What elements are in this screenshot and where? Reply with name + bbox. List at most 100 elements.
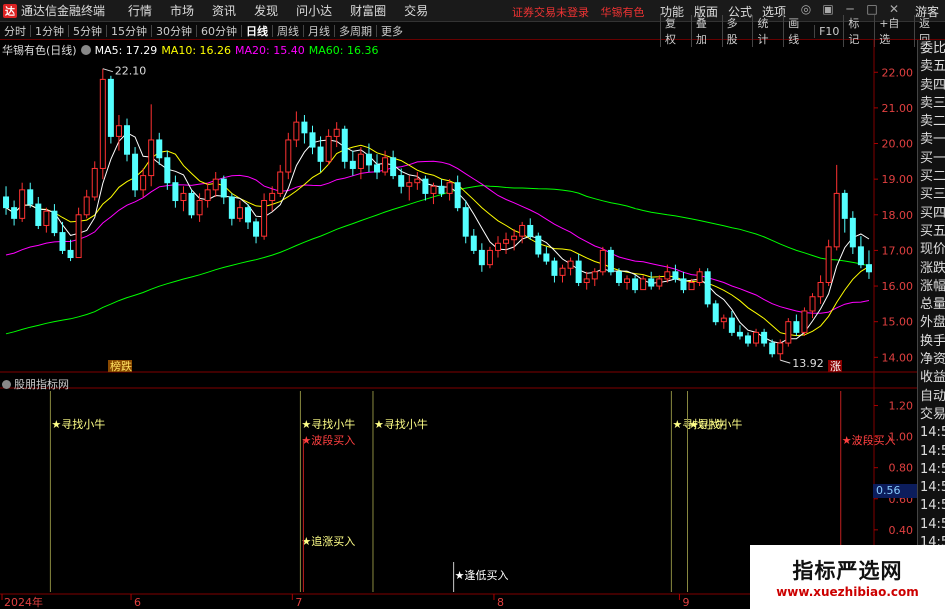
signal-label: ★波段买入: [301, 433, 355, 447]
candle-body: [680, 278, 687, 291]
sidebar-item[interactable]: 14:56: [918, 461, 945, 479]
candle-body: [253, 221, 260, 237]
high-label: 22.10: [115, 65, 146, 78]
high-pointer: [102, 68, 113, 73]
price-tick-label: 20.00: [882, 138, 914, 151]
candle-body: [696, 271, 703, 283]
sidebar-item[interactable]: 外盘: [918, 314, 945, 332]
signal-label: ★寻找小牛: [689, 417, 743, 431]
sidebar-item[interactable]: 委比: [918, 40, 945, 58]
sidebar-item[interactable]: 卖二: [918, 113, 945, 131]
candle-body: [761, 331, 768, 344]
sidebar-item[interactable]: 14:56: [918, 516, 945, 534]
date-tick-label: 9: [682, 596, 689, 609]
candle-body: [615, 271, 622, 283]
sidebar-item[interactable]: 涨幅: [918, 278, 945, 296]
candle-body: [785, 321, 792, 344]
app-window: { "titlebar":{"app_title":"通达信金融终端","men…: [0, 0, 945, 609]
candle-body: [777, 342, 784, 355]
candle-body: [664, 271, 671, 280]
sidebar-item[interactable]: 交易: [918, 406, 945, 424]
tag-down-label: 榜跌: [110, 359, 132, 373]
candle-body: [454, 182, 461, 209]
candle-body: [712, 303, 719, 323]
candle-body: [809, 296, 816, 312]
candle-body: [527, 224, 534, 237]
date-tick-label: 2024年: [4, 595, 43, 609]
watermark-url: www.xuezhibiao.com: [776, 585, 919, 599]
candle-body: [277, 171, 284, 194]
candle-body: [833, 192, 840, 248]
sidebar-item[interactable]: 卖三: [918, 95, 945, 113]
candle-body: [27, 189, 34, 205]
candle-body: [293, 121, 300, 141]
candle-body: [551, 260, 558, 276]
sidebar-item[interactable]: 14:56: [918, 424, 945, 442]
candle-body: [75, 214, 82, 259]
sidebar-item[interactable]: 自动: [918, 388, 945, 406]
sidebar-item[interactable]: 买四: [918, 205, 945, 223]
sidebar-item[interactable]: 买一: [918, 150, 945, 168]
candle-body: [164, 157, 171, 184]
candle-body: [140, 175, 147, 191]
candle-body: [793, 321, 800, 333]
sidebar-item[interactable]: 净资: [918, 351, 945, 369]
sidebar-item[interactable]: 收益: [918, 369, 945, 387]
candle-body: [841, 192, 848, 219]
sidebar-item[interactable]: 卖一: [918, 131, 945, 149]
candle-body: [470, 235, 477, 251]
sub-tick-label: 1.20: [889, 400, 914, 413]
sub-legend: 股朋指标网: [2, 376, 69, 392]
ma-legend: 华锡有色(日线) MA5: 17.29 MA10: 16.26 MA20: 15…: [2, 42, 378, 58]
signal-label: ★追涨买入: [301, 534, 355, 548]
candle-body: [430, 185, 437, 194]
signal-label: ★寻找小牛: [374, 417, 428, 431]
sidebar-item[interactable]: 换手: [918, 333, 945, 351]
candle-body: [849, 217, 856, 248]
candle-body: [309, 132, 316, 148]
sidebar-item[interactable]: 卖四: [918, 77, 945, 95]
price-tick-label: 17.00: [882, 244, 914, 257]
candle-body: [115, 125, 122, 137]
sub-toggle-icon[interactable]: [2, 379, 11, 389]
candle-body: [212, 178, 219, 191]
candle-body: [414, 178, 421, 184]
sidebar-item[interactable]: 总量: [918, 296, 945, 314]
price-tick-label: 19.00: [882, 173, 914, 186]
sidebar-item[interactable]: 14:56: [918, 497, 945, 515]
candle-body: [656, 278, 663, 287]
candle-body: [567, 260, 574, 269]
candle-body: [349, 160, 356, 169]
sidebar-item[interactable]: 涨跌: [918, 260, 945, 278]
sidebar-item[interactable]: 14:56: [918, 443, 945, 461]
candle-body: [543, 253, 550, 262]
sidebar-item[interactable]: 14:56: [918, 479, 945, 497]
sub-tick-label: 0.40: [889, 524, 914, 537]
sub-value-tag: 0.56: [873, 484, 917, 498]
sidebar-item[interactable]: 现价: [918, 241, 945, 259]
candle-body: [390, 157, 397, 177]
signal-label: ★寻找小牛: [301, 417, 355, 431]
sidebar-item[interactable]: 买三: [918, 186, 945, 204]
candle-body: [422, 178, 429, 194]
candle-body: [333, 128, 340, 137]
candle-body: [285, 139, 292, 173]
candle-body: [228, 196, 235, 219]
candle-body: [753, 331, 760, 344]
candle-body: [317, 146, 324, 162]
candle-body: [107, 78, 114, 137]
kline-chart[interactable]: 22.00 21.00 20.00 19.00 18.00 17.00 16.00 15.00…: [0, 0, 917, 609]
candle-body: [720, 317, 727, 323]
sub-tick-label: 0.80: [889, 462, 914, 475]
sidebar-item[interactable]: 买二: [918, 168, 945, 186]
date-tick-label: 8: [497, 596, 504, 609]
candle-body: [341, 128, 348, 162]
candle-body: [769, 342, 776, 355]
sidebar-item[interactable]: 买五: [918, 223, 945, 241]
candle-body: [67, 249, 74, 259]
watermark: 指标严选网 www.xuezhibiao.com: [750, 545, 945, 609]
sidebar-item[interactable]: 卖五: [918, 58, 945, 76]
candle-body: [624, 278, 631, 283]
candle-body: [204, 189, 211, 202]
legend-toggle-icon[interactable]: [80, 45, 91, 55]
